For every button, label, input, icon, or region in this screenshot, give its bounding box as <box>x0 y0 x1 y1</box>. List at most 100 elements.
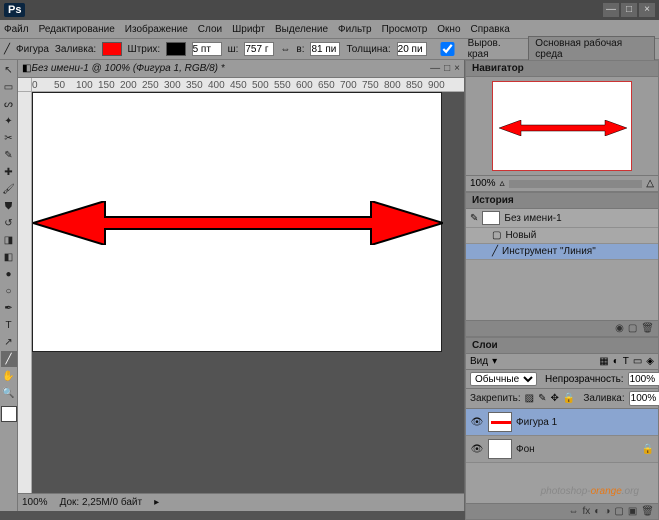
align-edges-label: Выров. края <box>468 38 523 60</box>
type-tool-icon[interactable]: T <box>1 317 17 333</box>
doc-maximize-icon[interactable]: □ <box>444 63 450 74</box>
fx-icon[interactable]: fx <box>583 506 591 517</box>
canvas[interactable] <box>32 92 442 352</box>
layers-title[interactable]: Слои <box>466 338 658 354</box>
doc-minimize-icon[interactable]: — <box>430 63 440 74</box>
foreground-color[interactable] <box>1 406 17 422</box>
layer-row[interactable]: 👁 Фигура 1 <box>466 409 658 436</box>
filter-kind-dropdown[interactable]: ▾ <box>492 356 497 367</box>
history-step[interactable]: ▢ Новый <box>466 228 658 244</box>
zoom-tool-icon[interactable]: 🔍 <box>1 385 17 401</box>
canvas-viewport[interactable] <box>32 92 464 493</box>
brush-tool-icon[interactable]: 🖌 <box>1 181 17 197</box>
doc-info[interactable]: Док: 2,25M/0 байт <box>60 497 143 508</box>
window-controls: — □ × <box>603 3 655 17</box>
align-edges-checkbox[interactable] <box>433 42 462 56</box>
lasso-tool-icon[interactable]: ᔕ <box>1 96 17 112</box>
menu-filter[interactable]: Фильтр <box>338 24 372 35</box>
fill-swatch[interactable] <box>102 42 121 56</box>
lock-position-icon[interactable]: ✥ <box>551 393 559 404</box>
document-area: ◧ Без имени-1 @ 100% (Фигура 1, RGB/8) *… <box>18 60 464 511</box>
history-title[interactable]: История <box>466 193 658 209</box>
visibility-icon[interactable]: 👁 <box>470 417 484 428</box>
gradient-tool-icon[interactable]: ◧ <box>1 249 17 265</box>
menu-type[interactable]: Шрифт <box>232 24 265 35</box>
workspace-switcher[interactable]: Основная рабочая среда <box>528 36 655 62</box>
eraser-tool-icon[interactable]: ◨ <box>1 232 17 248</box>
new-layer-icon[interactable]: ▣ <box>628 506 637 517</box>
menu-view[interactable]: Просмотр <box>382 24 428 35</box>
move-tool-icon[interactable]: ↖ <box>1 62 17 78</box>
history-brush-tool-icon[interactable]: ↺ <box>1 215 17 231</box>
path-tool-icon[interactable]: ↗ <box>1 334 17 350</box>
camera-icon[interactable]: ◉ <box>615 323 624 334</box>
wand-tool-icon[interactable]: ✦ <box>1 113 17 129</box>
minimize-button[interactable]: — <box>603 3 619 17</box>
stamp-tool-icon[interactable]: ⛊ <box>1 198 17 214</box>
stroke-swatch[interactable] <box>166 42 185 56</box>
info-chevron-icon[interactable]: ▸ <box>154 497 159 508</box>
lock-transparent-icon[interactable]: ▨ <box>525 393 534 404</box>
vertical-ruler <box>18 92 32 493</box>
trash-icon[interactable]: 🗑 <box>641 323 654 334</box>
link-layers-icon[interactable]: ⇔ <box>569 506 579 517</box>
marquee-tool-icon[interactable]: ▭ <box>1 79 17 95</box>
adjustment-icon[interactable]: ◑ <box>604 506 610 517</box>
eyedropper-tool-icon[interactable]: ✎ <box>1 147 17 163</box>
group-icon[interactable]: ▢ <box>614 506 623 517</box>
heal-tool-icon[interactable]: ✚ <box>1 164 17 180</box>
menu-file[interactable]: Файл <box>4 24 29 35</box>
navigator-title[interactable]: Навигатор <box>466 61 658 77</box>
blur-tool-icon[interactable]: ● <box>1 266 17 282</box>
filter-shape-icon[interactable]: ▭ <box>633 356 642 367</box>
menu-help[interactable]: Справка <box>471 24 510 35</box>
filter-pixel-icon[interactable]: ▦ <box>599 356 608 367</box>
pen-tool-icon[interactable]: ✒ <box>1 300 17 316</box>
history-step[interactable]: ╱ Инструмент "Линия" <box>466 244 658 260</box>
layer-name[interactable]: Фон <box>516 444 535 455</box>
menu-edit[interactable]: Редактирование <box>39 24 115 35</box>
fill-opacity-input[interactable] <box>629 391 659 406</box>
height-input[interactable] <box>310 42 340 56</box>
zoom-level[interactable]: 100% <box>22 497 48 508</box>
crop-tool-icon[interactable]: ✂ <box>1 130 17 146</box>
link-icon[interactable]: ⇔ <box>280 44 290 55</box>
visibility-icon[interactable]: 👁 <box>470 444 484 455</box>
blend-mode-select[interactable]: Обычные <box>470 372 537 386</box>
width-input[interactable] <box>244 42 274 56</box>
mask-icon[interactable]: ◐ <box>594 506 600 517</box>
fill-opacity-label: Заливка: <box>583 393 624 404</box>
dodge-tool-icon[interactable]: ○ <box>1 283 17 299</box>
lock-pixels-icon[interactable]: ✎ <box>538 393 546 404</box>
line-shape-tool-icon[interactable]: ╱ <box>1 351 17 367</box>
filter-smart-icon[interactable]: ◈ <box>646 356 654 367</box>
navigator-thumbnail[interactable] <box>492 81 632 171</box>
weight-input[interactable] <box>397 42 427 56</box>
menu-layer[interactable]: Слои <box>198 24 222 35</box>
lock-all-icon[interactable]: 🔒 <box>563 393 575 404</box>
history-snapshot[interactable]: ✎ Без имени-1 <box>466 209 658 228</box>
hand-tool-icon[interactable]: ✋ <box>1 368 17 384</box>
filter-type-icon[interactable]: T <box>623 356 629 367</box>
menu-image[interactable]: Изображение <box>125 24 188 35</box>
shape-mode[interactable]: Фигура <box>16 44 49 55</box>
maximize-button[interactable]: □ <box>621 3 637 17</box>
nav-zoom-slider[interactable] <box>509 180 643 188</box>
line-tool-icon[interactable]: ╱ <box>4 44 10 55</box>
doc-close-icon[interactable]: × <box>454 63 460 74</box>
filter-adjust-icon[interactable]: ◐ <box>613 356 619 367</box>
double-arrow-shape[interactable] <box>33 201 443 245</box>
menu-window[interactable]: Окно <box>437 24 460 35</box>
document-tab[interactable]: Без имени-1 @ 100% (Фигура 1, RGB/8) * <box>31 63 224 74</box>
menu-select[interactable]: Выделение <box>275 24 328 35</box>
opacity-input[interactable] <box>628 372 659 386</box>
delete-layer-icon[interactable]: 🗑 <box>641 506 654 517</box>
layer-name[interactable]: Фигура 1 <box>516 417 557 428</box>
nav-zoom[interactable]: 100% <box>470 178 496 189</box>
layer-row[interactable]: 👁 Фон 🔒 <box>466 436 658 463</box>
stroke-size-input[interactable] <box>192 42 222 56</box>
new-snapshot-icon[interactable]: ▢ <box>628 323 637 334</box>
zoom-out-icon[interactable]: ▵ <box>500 178 505 189</box>
zoom-in-icon[interactable]: △ <box>646 178 654 189</box>
close-button[interactable]: × <box>639 3 655 17</box>
